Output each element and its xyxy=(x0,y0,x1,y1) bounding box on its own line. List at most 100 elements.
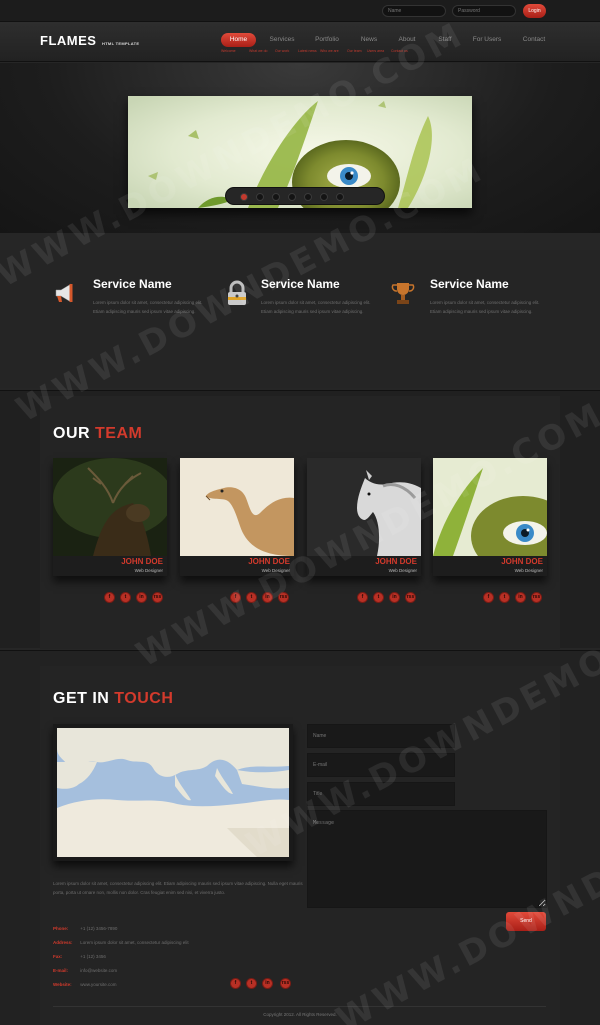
fax-value: +1 (12) 3456 xyxy=(80,954,106,959)
login-button[interactable]: Login xyxy=(523,4,546,18)
nav-for-users[interactable]: For Users xyxy=(468,33,506,47)
email-field[interactable] xyxy=(307,753,455,777)
facebook-icon[interactable]: f xyxy=(230,978,241,989)
contact-phone: Phone: +1 (12) 3456-7890 xyxy=(53,924,117,933)
nav-sub-staff: Our team xyxy=(347,49,362,53)
password-input[interactable] xyxy=(452,5,516,17)
contact-heading-accent: TOUCH xyxy=(114,690,174,707)
slider-dot[interactable] xyxy=(256,193,264,201)
twitter-icon[interactable]: t xyxy=(499,592,510,603)
nav-home[interactable]: Home xyxy=(221,33,256,47)
slider-dot[interactable] xyxy=(272,193,280,201)
address-label: Address: xyxy=(53,940,73,945)
linkedin-icon[interactable]: in xyxy=(262,592,273,603)
facebook-icon[interactable]: f xyxy=(357,592,368,603)
twitter-icon[interactable]: t xyxy=(246,978,257,989)
service-text: Lorem ipsum dolor sit amet, consectetur … xyxy=(93,300,203,314)
services-section: Service Name Lorem ipsum dolor sit amet,… xyxy=(0,250,600,388)
nav-contact[interactable]: Contact xyxy=(518,33,550,47)
member-name: JOHN DOE xyxy=(375,557,417,566)
website-value[interactable]: www.yoursite.com xyxy=(80,982,116,987)
nav-about[interactable]: About xyxy=(393,33,421,47)
footer-divider xyxy=(53,1006,546,1007)
team-heading-main: OUR xyxy=(53,425,91,442)
phone-label: Phone: xyxy=(53,926,69,931)
contact-fax: Fax: +1 (12) 3456 xyxy=(53,952,106,961)
linkedin-icon[interactable]: in xyxy=(515,592,526,603)
horse-photo xyxy=(307,458,421,556)
member-role: Web Designer xyxy=(261,568,290,573)
service-title: Service Name xyxy=(261,277,340,291)
service-text: Lorem ipsum dolor sit amet, consectetur … xyxy=(430,300,540,314)
fax-label: Fax: xyxy=(53,954,63,959)
megaphone-icon xyxy=(53,280,79,306)
email-value[interactable]: info@website.com xyxy=(80,968,117,973)
member-name: JOHN DOE xyxy=(501,557,543,566)
contact-heading: GET IN TOUCH xyxy=(53,690,173,708)
logo[interactable]: FLAMES xyxy=(40,33,96,48)
username-input[interactable] xyxy=(382,5,446,17)
linkedin-icon[interactable]: in xyxy=(389,592,400,603)
rss-icon[interactable]: rss xyxy=(278,592,289,603)
page: Login FLAMES HTML TEMPLATE Home Services… xyxy=(0,0,600,1025)
contact-address: Address: Lorem ipsum dolor sit amet, con… xyxy=(53,938,189,947)
nav-sub-for-users: Users area xyxy=(367,49,385,53)
member-name: JOHN DOE xyxy=(121,557,163,566)
contact-email: E-mail: info@website.com xyxy=(53,966,117,975)
logo-subtitle: HTML TEMPLATE xyxy=(102,41,140,46)
team-heading-accent: TEAM xyxy=(95,425,143,442)
nav-news[interactable]: News xyxy=(355,33,383,47)
slider-dot[interactable] xyxy=(320,193,328,201)
linkedin-icon[interactable]: in xyxy=(136,592,147,603)
login-bar: Login xyxy=(0,0,600,22)
nav-sub-contact: Contact us xyxy=(391,49,408,53)
twitter-icon[interactable]: t xyxy=(246,592,257,603)
trophy-icon xyxy=(390,280,416,306)
slider-dot[interactable] xyxy=(336,193,344,201)
nav-sub-news: Latest news xyxy=(298,49,317,53)
nav-services[interactable]: Services xyxy=(266,33,298,47)
website-label: Website: xyxy=(53,982,72,987)
name-field[interactable] xyxy=(307,724,455,748)
title-field[interactable] xyxy=(307,782,455,806)
rss-icon[interactable]: rss xyxy=(152,592,163,603)
slider-dot[interactable] xyxy=(304,193,312,201)
facebook-icon[interactable]: f xyxy=(483,592,494,603)
nav-sub-about: Who we are xyxy=(320,49,339,53)
team-card[interactable]: JOHN DOE Web Designer xyxy=(53,458,167,576)
camel-photo xyxy=(180,458,294,556)
email-label: E-mail: xyxy=(53,968,69,973)
hero-slider xyxy=(0,63,600,233)
header: FLAMES HTML TEMPLATE Home Services Portf… xyxy=(0,22,600,62)
send-button[interactable]: Send xyxy=(506,912,546,931)
member-name: JOHN DOE xyxy=(248,557,290,566)
contact-heading-main: GET IN xyxy=(53,690,110,707)
member-role: Web Designer xyxy=(514,568,543,573)
location-map[interactable] xyxy=(53,724,293,861)
twitter-icon[interactable]: t xyxy=(120,592,131,603)
team-card[interactable]: JOHN DOE Web Designer xyxy=(433,458,547,576)
team-card[interactable]: JOHN DOE Web Designer xyxy=(180,458,294,576)
deer-photo xyxy=(53,458,167,556)
padlock-icon xyxy=(224,280,250,306)
rss-icon[interactable]: rss xyxy=(531,592,542,603)
service-title: Service Name xyxy=(430,277,509,291)
slider-dot[interactable] xyxy=(240,193,248,201)
contact-description: Lorem ipsum dolor sit amet, consectetur … xyxy=(53,881,303,895)
nav-sub-services: What we do xyxy=(249,49,268,53)
twitter-icon[interactable]: t xyxy=(373,592,384,603)
nav-staff[interactable]: Staff xyxy=(432,33,458,47)
message-field[interactable] xyxy=(307,810,547,908)
copyright: Copyright 2012. All Rights Reserved. xyxy=(263,1012,337,1017)
nav-sub-portfolio: Our work xyxy=(275,49,290,53)
slider-dot[interactable] xyxy=(288,193,296,201)
member-role: Web Designer xyxy=(134,568,163,573)
rss-icon[interactable]: rss xyxy=(280,978,291,989)
linkedin-icon[interactable]: in xyxy=(262,978,273,989)
eye-photo xyxy=(433,458,547,556)
rss-icon[interactable]: rss xyxy=(405,592,416,603)
facebook-icon[interactable]: f xyxy=(104,592,115,603)
team-card[interactable]: JOHN DOE Web Designer xyxy=(307,458,421,576)
facebook-icon[interactable]: f xyxy=(230,592,241,603)
nav-portfolio[interactable]: Portfolio xyxy=(311,33,343,47)
